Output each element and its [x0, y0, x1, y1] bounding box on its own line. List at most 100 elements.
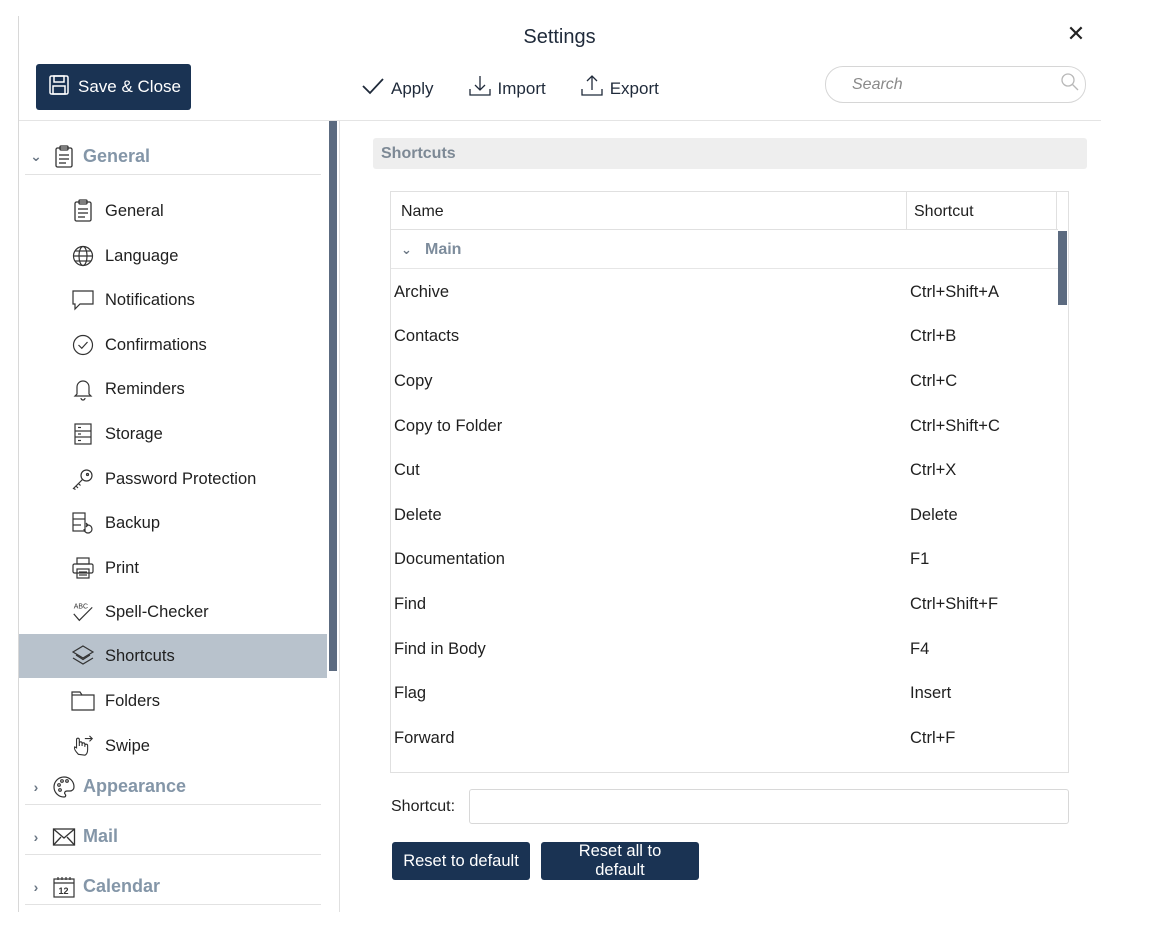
sidebar-item-label: Password Protection — [105, 469, 257, 488]
table-header: Name Shortcut — [391, 192, 1058, 230]
shortcut-name-cell: Cut — [394, 461, 420, 480]
chevron-right-icon[interactable]: › — [25, 879, 47, 895]
floppy-disk-icon — [48, 74, 70, 101]
shortcut-key-cell: Ctrl+Shift+F — [910, 594, 999, 613]
sidebar-item-label: Storage — [105, 424, 163, 443]
table-group-row-main[interactable]: ⌄ Main — [391, 231, 1058, 269]
table-scrollbar[interactable] — [1058, 231, 1067, 305]
shortcut-name-cell: Find — [394, 594, 427, 613]
shortcuts-icon — [71, 644, 95, 668]
chevron-right-icon[interactable]: › — [25, 779, 47, 795]
sidebar-group-label: Mail — [83, 826, 119, 846]
sidebar-item-label: Language — [105, 246, 179, 265]
column-header-name[interactable]: Name — [391, 192, 907, 229]
sidebar-item-label: Shortcuts — [105, 646, 175, 665]
sidebar-item-label: Confirmations — [105, 335, 207, 354]
toolbar: Apply Import Export — [361, 74, 659, 103]
reset-to-default-button[interactable]: Reset to default — [392, 842, 530, 880]
table-row[interactable]: Copy to Folder Ctrl+Shift+C — [391, 404, 1058, 449]
shortcut-name-cell: Delete — [394, 505, 442, 524]
export-icon — [580, 74, 604, 103]
shortcut-name-cell: Forward — [394, 728, 455, 747]
table-row[interactable]: Flag Insert — [391, 671, 1058, 716]
table-row[interactable]: Documentation F1 — [391, 538, 1058, 583]
import-label: Import — [497, 78, 546, 98]
sidebar-group-label: General — [83, 146, 151, 166]
shortcut-key-cell: Ctrl+F — [910, 728, 956, 747]
search-icon[interactable] — [1060, 72, 1080, 97]
sidebar-item-confirmations[interactable]: Confirmations — [19, 323, 327, 367]
window-title: Settings — [523, 26, 596, 48]
table-row[interactable]: Forward Ctrl+F — [391, 716, 1058, 761]
table-row[interactable]: Find in Body F4 — [391, 627, 1058, 672]
shortcut-name-cell: Copy — [394, 371, 433, 390]
sidebar-group-calendar[interactable]: › 12 Calendar — [25, 869, 321, 905]
table-row[interactable]: Copy Ctrl+C — [391, 359, 1058, 404]
sidebar-item-shortcuts[interactable]: Shortcuts — [19, 634, 327, 678]
export-label: Export — [609, 78, 659, 98]
storage-icon — [71, 422, 95, 446]
sidebar-divider — [339, 121, 340, 912]
sidebar-item-spell-checker[interactable]: ABC Spell-Checker — [19, 590, 327, 634]
shortcut-name-cell: Documentation — [394, 550, 505, 569]
palette-icon — [49, 775, 79, 799]
sidebar-item-notifications[interactable]: Notifications — [19, 278, 327, 322]
sidebar-item-folders[interactable]: Folders — [19, 679, 327, 723]
clipboard-icon — [71, 199, 95, 223]
shortcut-key-cell: F4 — [910, 639, 930, 658]
sidebar-item-password-protection[interactable]: Password Protection — [19, 457, 327, 501]
speech-bubble-icon — [71, 288, 95, 312]
spell-check-icon-text: ABC — [74, 603, 88, 610]
sidebar-item-reminders[interactable]: Reminders — [19, 367, 327, 411]
sidebar-item-language[interactable]: Language — [19, 234, 327, 278]
table-row[interactable]: Archive Ctrl+Shift+A — [391, 270, 1058, 315]
search-input[interactable] — [852, 75, 1060, 94]
search-box[interactable] — [825, 66, 1086, 103]
table-row[interactable]: Delete Delete — [391, 493, 1058, 538]
sidebar-group-mail[interactable]: › Mail — [25, 819, 321, 855]
shortcut-key-cell: Insert — [910, 684, 952, 703]
sidebar-item-backup[interactable]: Backup — [19, 501, 327, 545]
shortcut-key-cell: Ctrl+Shift+C — [910, 416, 1000, 435]
spell-check-icon: ABC — [71, 600, 95, 624]
globe-icon — [71, 244, 95, 268]
apply-button[interactable]: Apply — [361, 74, 434, 103]
apply-label: Apply — [391, 78, 434, 98]
clipboard-icon — [49, 144, 79, 169]
sidebar-item-label: Spell-Checker — [105, 602, 209, 621]
shortcut-key-cell: F1 — [910, 550, 930, 569]
swipe-hand-icon — [71, 734, 95, 758]
sidebar-item-general[interactable]: General — [19, 189, 327, 233]
sidebar-item-print[interactable]: Print — [19, 546, 327, 590]
folder-icon — [71, 689, 95, 713]
save-close-button[interactable]: Save & Close — [36, 64, 191, 110]
section-header: Shortcuts — [373, 138, 1087, 169]
shortcut-name-cell: Archive — [394, 282, 450, 301]
sidebar-group-appearance[interactable]: › Appearance — [25, 769, 321, 805]
chevron-down-icon[interactable]: ⌄ — [25, 148, 47, 165]
table-row[interactable]: Contacts Ctrl+B — [391, 315, 1058, 360]
sidebar-item-label: Reminders — [105, 379, 185, 398]
shortcut-key-cell: Delete — [910, 505, 958, 524]
shortcut-name-cell: Flag — [394, 684, 427, 703]
close-icon[interactable]: ✕ — [1064, 22, 1088, 46]
chevron-right-icon[interactable]: › — [25, 829, 47, 845]
shortcut-field[interactable] — [469, 789, 1069, 824]
export-button[interactable]: Export — [580, 74, 659, 103]
shortcut-name-cell: Copy to Folder — [394, 416, 503, 435]
reset-all-to-default-button[interactable]: Reset all to default — [541, 842, 699, 880]
shortcut-key-cell: Ctrl+X — [910, 461, 957, 480]
sidebar-scrollbar[interactable] — [329, 121, 337, 671]
sidebar: ⌄ General General Language Notifications… — [19, 121, 340, 912]
sidebar-item-storage[interactable]: Storage — [19, 412, 327, 456]
sidebar-item-label: Folders — [105, 691, 161, 710]
sidebar-group-general[interactable]: ⌄ General — [25, 139, 321, 175]
table-row[interactable]: Cut Ctrl+X — [391, 448, 1058, 493]
table-row[interactable]: Find Ctrl+Shift+F — [391, 582, 1058, 627]
envelope-icon — [49, 825, 79, 849]
import-button[interactable]: Import — [468, 74, 546, 103]
sidebar-item-swipe[interactable]: Swipe — [19, 724, 327, 768]
printer-icon — [71, 556, 95, 580]
column-header-shortcut[interactable]: Shortcut — [907, 192, 1057, 229]
chevron-down-icon[interactable]: ⌄ — [401, 242, 425, 258]
